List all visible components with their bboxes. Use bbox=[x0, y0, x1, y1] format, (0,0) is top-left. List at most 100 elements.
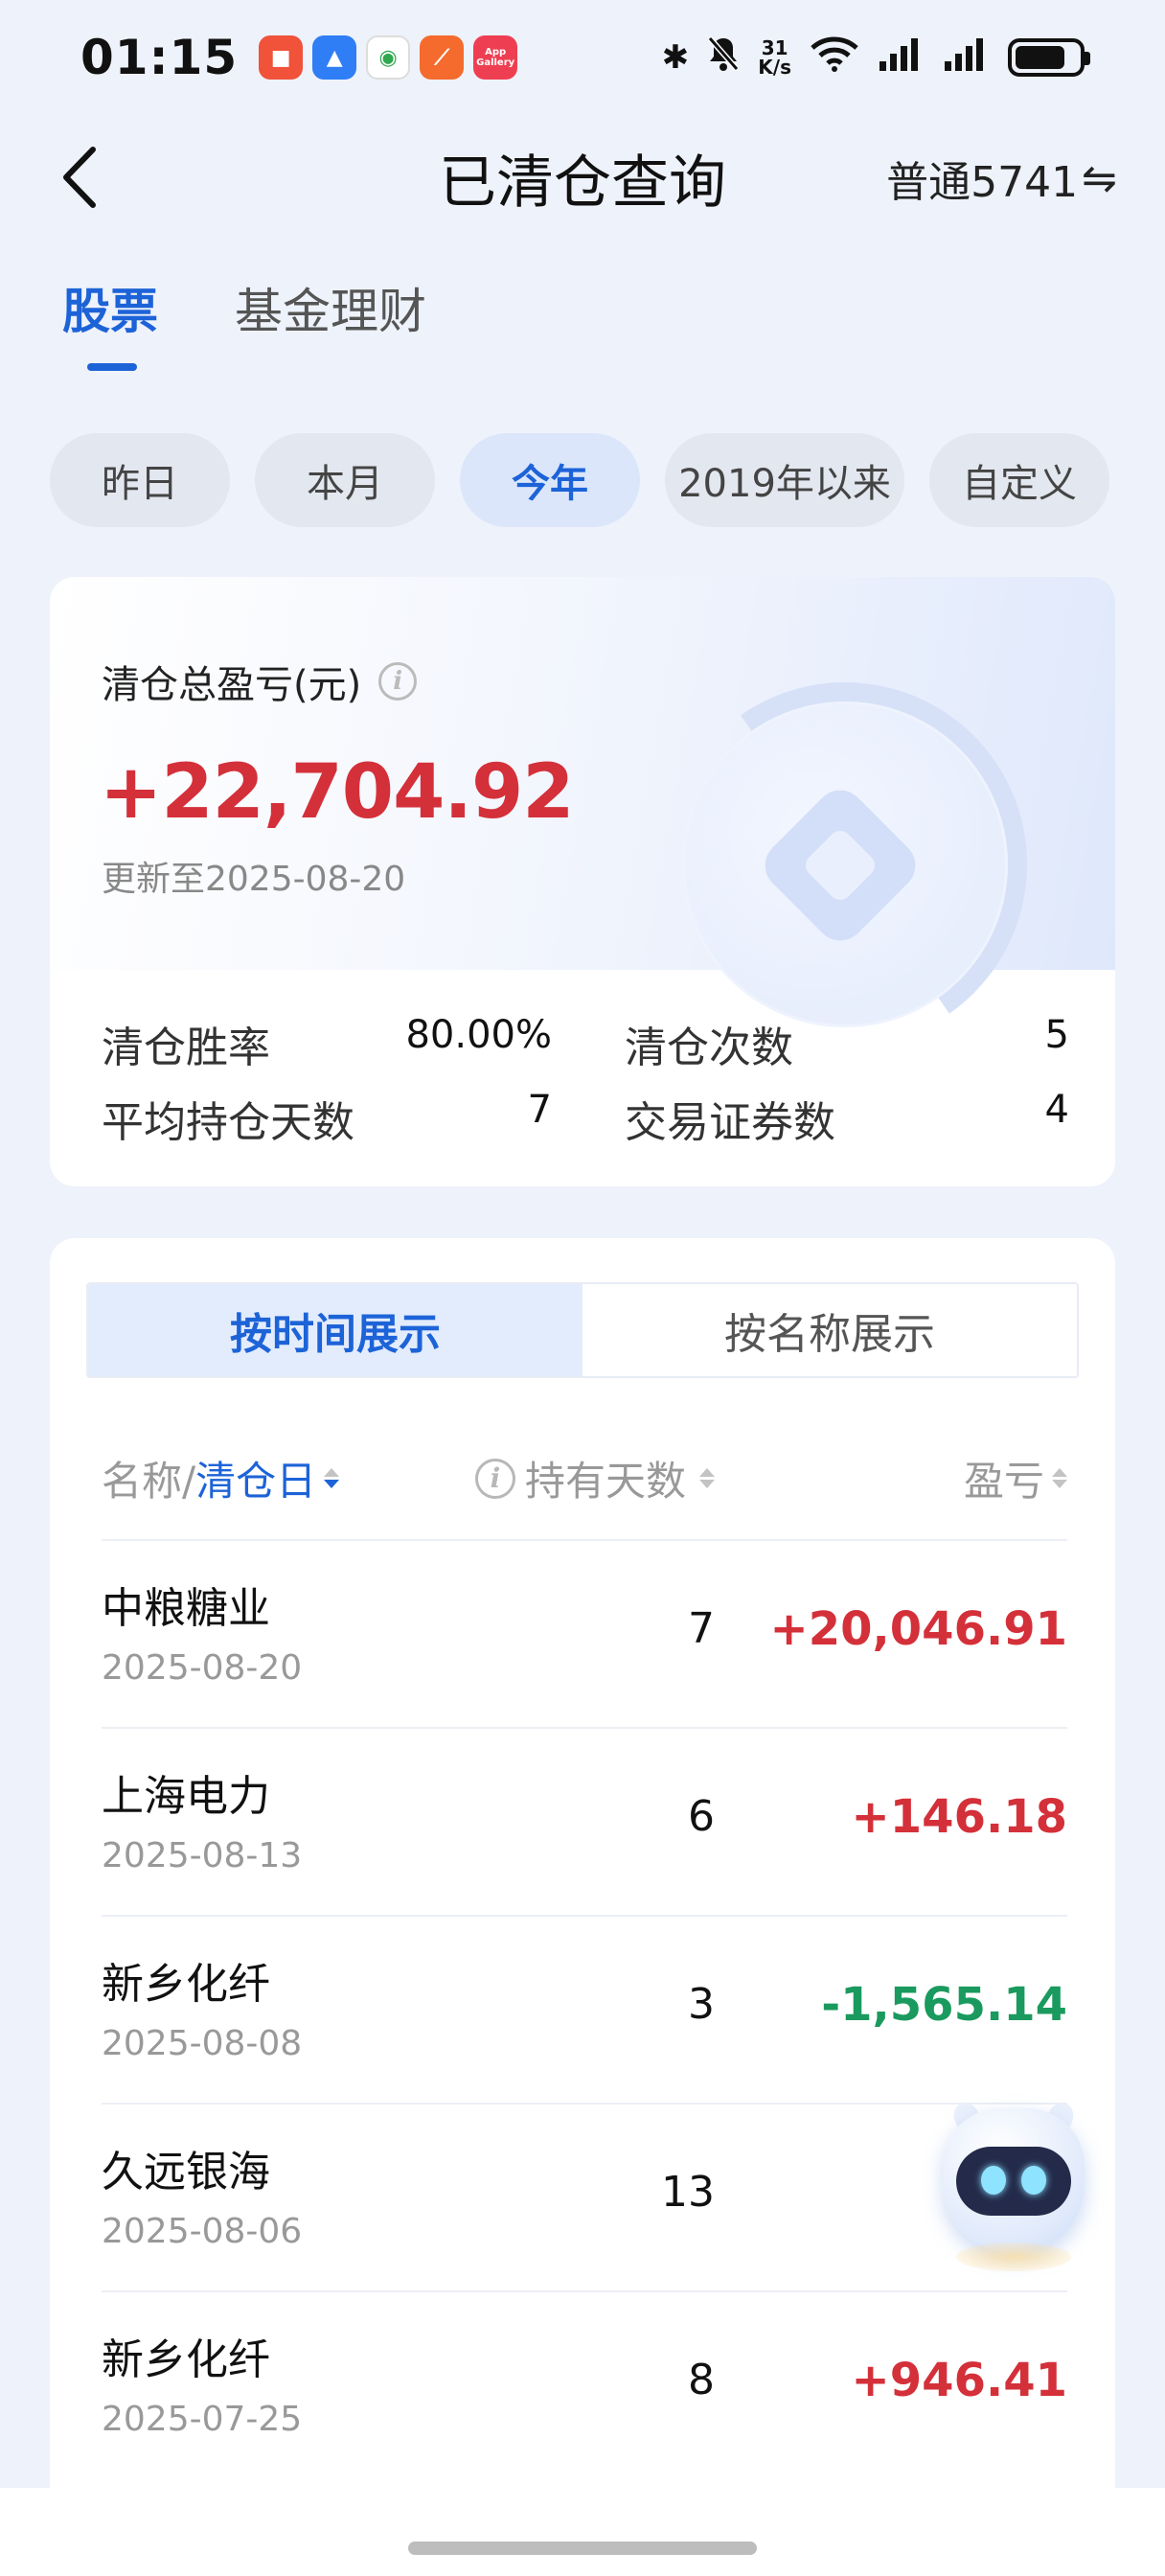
tab-stocks[interactable]: 股票 bbox=[62, 273, 158, 371]
period-filter: 昨日 本月 今年 2019年以来 自定义 bbox=[50, 433, 1109, 527]
hold-days: 8 bbox=[688, 2356, 715, 2404]
stat-label: 清仓胜率 bbox=[102, 1024, 270, 1072]
category-tabs: 股票 基金理财 bbox=[62, 273, 426, 371]
period-pill[interactable]: 本月 bbox=[255, 433, 435, 527]
clear-date: 2025-08-06 bbox=[102, 2212, 303, 2251]
clear-date: 2025-08-20 bbox=[102, 1648, 303, 1688]
segment-by-name[interactable]: 按名称展示 bbox=[582, 1284, 1077, 1376]
battery-fill bbox=[1016, 46, 1065, 69]
records-list: 中粮糖业 2025-08-20 7 +20,046.91 上海电力 2025-08-13 6… bbox=[102, 1539, 1067, 2478]
header: 已清仓查询 普通5741 ⇋ bbox=[0, 125, 1165, 230]
wifi-icon bbox=[809, 34, 860, 81]
column-profit-loss[interactable]: 盈亏 bbox=[964, 1449, 1067, 1507]
column-pl-label: 盈亏 bbox=[963, 1458, 1044, 1505]
profit-loss: +20,046.91 bbox=[769, 1602, 1067, 1656]
summary-card: 清仓总盈亏(元) i +22,704.92 更新至2025-08-20 清仓胜率… bbox=[50, 577, 1115, 1186]
summary-label: 清仓总盈亏(元) bbox=[102, 663, 362, 707]
signal-icon-2 bbox=[943, 36, 991, 80]
net-speed-unit: K/s bbox=[758, 56, 791, 79]
summary-label-row: 清仓总盈亏(元) i bbox=[102, 654, 418, 709]
back-arrow-icon bbox=[63, 147, 96, 208]
stat-label: 交易证券数 bbox=[625, 1098, 835, 1147]
bluetooth-icon: ✱ bbox=[661, 38, 690, 77]
video-app-icon: ■ bbox=[259, 35, 304, 80]
robot-glow bbox=[956, 2242, 1071, 2271]
stat-clear-count: 清仓次数 5 bbox=[625, 1013, 1069, 1074]
hold-days: 13 bbox=[661, 2168, 715, 2217]
net-speed: 31 K/s bbox=[758, 38, 791, 77]
stat-value: 7 bbox=[527, 1088, 552, 1132]
status-bar: 01:15 ■ ▲ ◉ ⟋ App Gallery ✱ 31 K/s bbox=[0, 0, 1165, 115]
profit-loss: +146.18 bbox=[851, 1790, 1067, 1844]
hold-days: 3 bbox=[688, 1980, 715, 2029]
table-row[interactable]: 新乡化纤 2025-08-08 3 -1,565.14 bbox=[102, 1915, 1067, 2103]
records-card: 按时间展示 按名称展示 名称/ 清仓日 i 持有天数 盈亏 中粮糖业 2025-08… bbox=[50, 1238, 1115, 2576]
orange-app-icon: ⟋ bbox=[420, 35, 465, 80]
table-row[interactable]: 久远银海2025-08-0613+3, bbox=[102, 2103, 1067, 2290]
table-row[interactable]: 新乡化纤 2025-07-25 8 +946.41 bbox=[102, 2290, 1067, 2478]
view-mode-segmented-control: 按时间展示 按名称展示 bbox=[86, 1282, 1079, 1378]
upload-app-icon: ▲ bbox=[312, 35, 357, 80]
system-nav-bar bbox=[0, 2488, 1165, 2576]
account-label: 普通5741 bbox=[886, 158, 1079, 207]
switch-arrows-icon: ⇋ bbox=[1082, 153, 1117, 203]
stats-row: 清仓胜率 80.00% 清仓次数 5 bbox=[102, 1006, 1069, 1081]
column-name-date[interactable]: 名称/ 清仓日 bbox=[102, 1449, 340, 1507]
table-row[interactable]: 上海电力 2025-08-13 6 +146.18 bbox=[102, 1727, 1067, 1915]
stock-name: 中粮糖业 bbox=[102, 1584, 270, 1633]
status-app-icons: ■ ▲ ◉ ⟋ App Gallery bbox=[259, 35, 518, 80]
clear-date: 2025-07-25 bbox=[102, 2400, 303, 2439]
hold-days: 7 bbox=[688, 1604, 715, 1653]
stock-name: 上海电力 bbox=[102, 1772, 270, 1821]
home-indicator[interactable] bbox=[408, 2542, 757, 2555]
mobile-app-icon: ◉ bbox=[366, 35, 411, 80]
segment-by-time[interactable]: 按时间展示 bbox=[88, 1284, 582, 1376]
robot-face bbox=[956, 2147, 1071, 2216]
battery-icon bbox=[1008, 38, 1090, 77]
info-icon[interactable]: i bbox=[378, 662, 418, 701]
clear-date: 2025-08-08 bbox=[102, 2024, 303, 2063]
stats-row: 平均持仓天数 7 交易证券数 4 bbox=[102, 1081, 1069, 1156]
stock-name: 新乡化纤 bbox=[102, 1960, 270, 2009]
assistant-robot-button[interactable] bbox=[937, 2098, 1090, 2281]
sort-icon bbox=[699, 1468, 716, 1488]
stock-name: 新乡化纤 bbox=[102, 2335, 270, 2384]
period-pill[interactable]: 自定义 bbox=[929, 433, 1109, 527]
profit-loss: +946.41 bbox=[851, 2354, 1067, 2407]
info-icon[interactable]: i bbox=[475, 1458, 515, 1499]
column-hold-days[interactable]: i 持有天数 bbox=[475, 1449, 716, 1507]
robot-eye bbox=[981, 2166, 1006, 2195]
table-row[interactable]: 中粮糖业 2025-08-20 7 +20,046.91 bbox=[102, 1539, 1067, 1727]
stat-securities-count: 交易证券数 4 bbox=[625, 1088, 1069, 1149]
status-indicators: ✱ 31 K/s bbox=[661, 34, 1090, 81]
period-pill[interactable]: 2019年以来 bbox=[665, 433, 904, 527]
stat-label: 平均持仓天数 bbox=[102, 1098, 354, 1147]
sort-icon bbox=[324, 1468, 340, 1488]
signal-icon-1 bbox=[878, 36, 925, 80]
stat-avg-hold-days: 平均持仓天数 7 bbox=[102, 1088, 552, 1149]
column-days-label: 持有天数 bbox=[525, 1458, 687, 1505]
account-switch-button[interactable]: 普通5741 ⇋ bbox=[886, 148, 1117, 209]
summary-value: +22,704.92 bbox=[100, 749, 575, 836]
column-date-label: 清仓日 bbox=[195, 1458, 317, 1505]
clear-date: 2025-08-13 bbox=[102, 1836, 303, 1875]
robot-eye bbox=[1021, 2166, 1046, 2195]
stat-label: 清仓次数 bbox=[625, 1024, 793, 1072]
stat-value: 5 bbox=[1044, 1013, 1069, 1057]
hold-days: 6 bbox=[688, 1792, 715, 1841]
status-time: 01:15 bbox=[80, 30, 239, 85]
app-gallery-icon: App Gallery bbox=[473, 35, 518, 80]
tab-funds[interactable]: 基金理财 bbox=[235, 273, 426, 371]
sort-icon bbox=[1052, 1468, 1067, 1488]
back-button[interactable] bbox=[46, 144, 113, 211]
summary-stats: 清仓胜率 80.00% 清仓次数 5 平均持仓天数 7 交易证券数 4 bbox=[102, 1006, 1069, 1156]
mute-bell-icon bbox=[706, 34, 741, 81]
stat-value: 4 bbox=[1044, 1088, 1069, 1132]
stat-value: 80.00% bbox=[405, 1013, 552, 1057]
stat-win-rate: 清仓胜率 80.00% bbox=[102, 1013, 552, 1074]
profit-loss: -1,565.14 bbox=[821, 1978, 1067, 2032]
summary-update-date: 更新至2025-08-20 bbox=[102, 860, 406, 899]
period-pill[interactable]: 今年 bbox=[460, 433, 640, 527]
table-header: 名称/ 清仓日 i 持有天数 盈亏 bbox=[102, 1449, 1067, 1516]
period-pill[interactable]: 昨日 bbox=[50, 433, 230, 527]
